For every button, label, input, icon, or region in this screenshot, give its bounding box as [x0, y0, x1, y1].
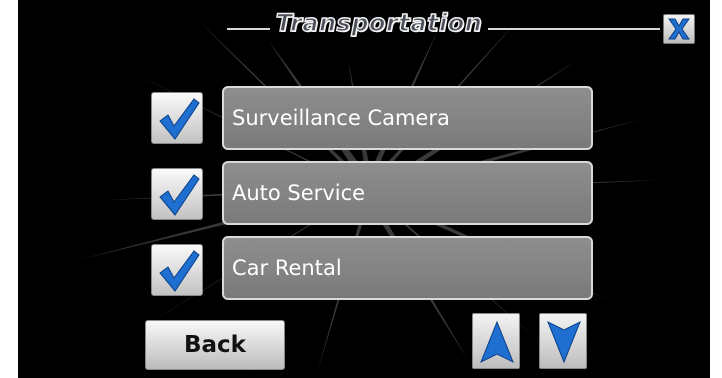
- page-title: Transportation: [275, 8, 483, 37]
- back-button[interactable]: Back: [145, 320, 285, 370]
- category-button-auto-service[interactable]: Auto Service: [222, 161, 593, 225]
- checkbox-car-rental[interactable]: [151, 244, 203, 296]
- back-label: Back: [184, 332, 246, 358]
- scroll-down-button[interactable]: [539, 313, 587, 369]
- category-button-surveillance-camera[interactable]: Surveillance Camera: [222, 86, 593, 150]
- category-button-car-rental[interactable]: Car Rental: [222, 236, 593, 300]
- category-label: Car Rental: [232, 256, 342, 280]
- checkmark-icon: [159, 98, 200, 140]
- checkmark-icon: [159, 174, 200, 216]
- arrow-down-icon: [547, 320, 581, 364]
- close-x-icon: [668, 18, 690, 40]
- scroll-up-button[interactable]: [472, 313, 520, 369]
- checkbox-surveillance-camera[interactable]: [151, 92, 203, 144]
- category-label: Surveillance Camera: [232, 106, 450, 130]
- title-rule-right: [488, 28, 660, 30]
- checkmark-icon: [159, 250, 200, 292]
- checkbox-auto-service[interactable]: [151, 168, 203, 220]
- close-button[interactable]: [663, 14, 695, 44]
- arrow-up-icon: [480, 320, 514, 364]
- category-label: Auto Service: [232, 181, 366, 205]
- screen: Transportation Surveillance Camera Auto …: [18, 0, 710, 378]
